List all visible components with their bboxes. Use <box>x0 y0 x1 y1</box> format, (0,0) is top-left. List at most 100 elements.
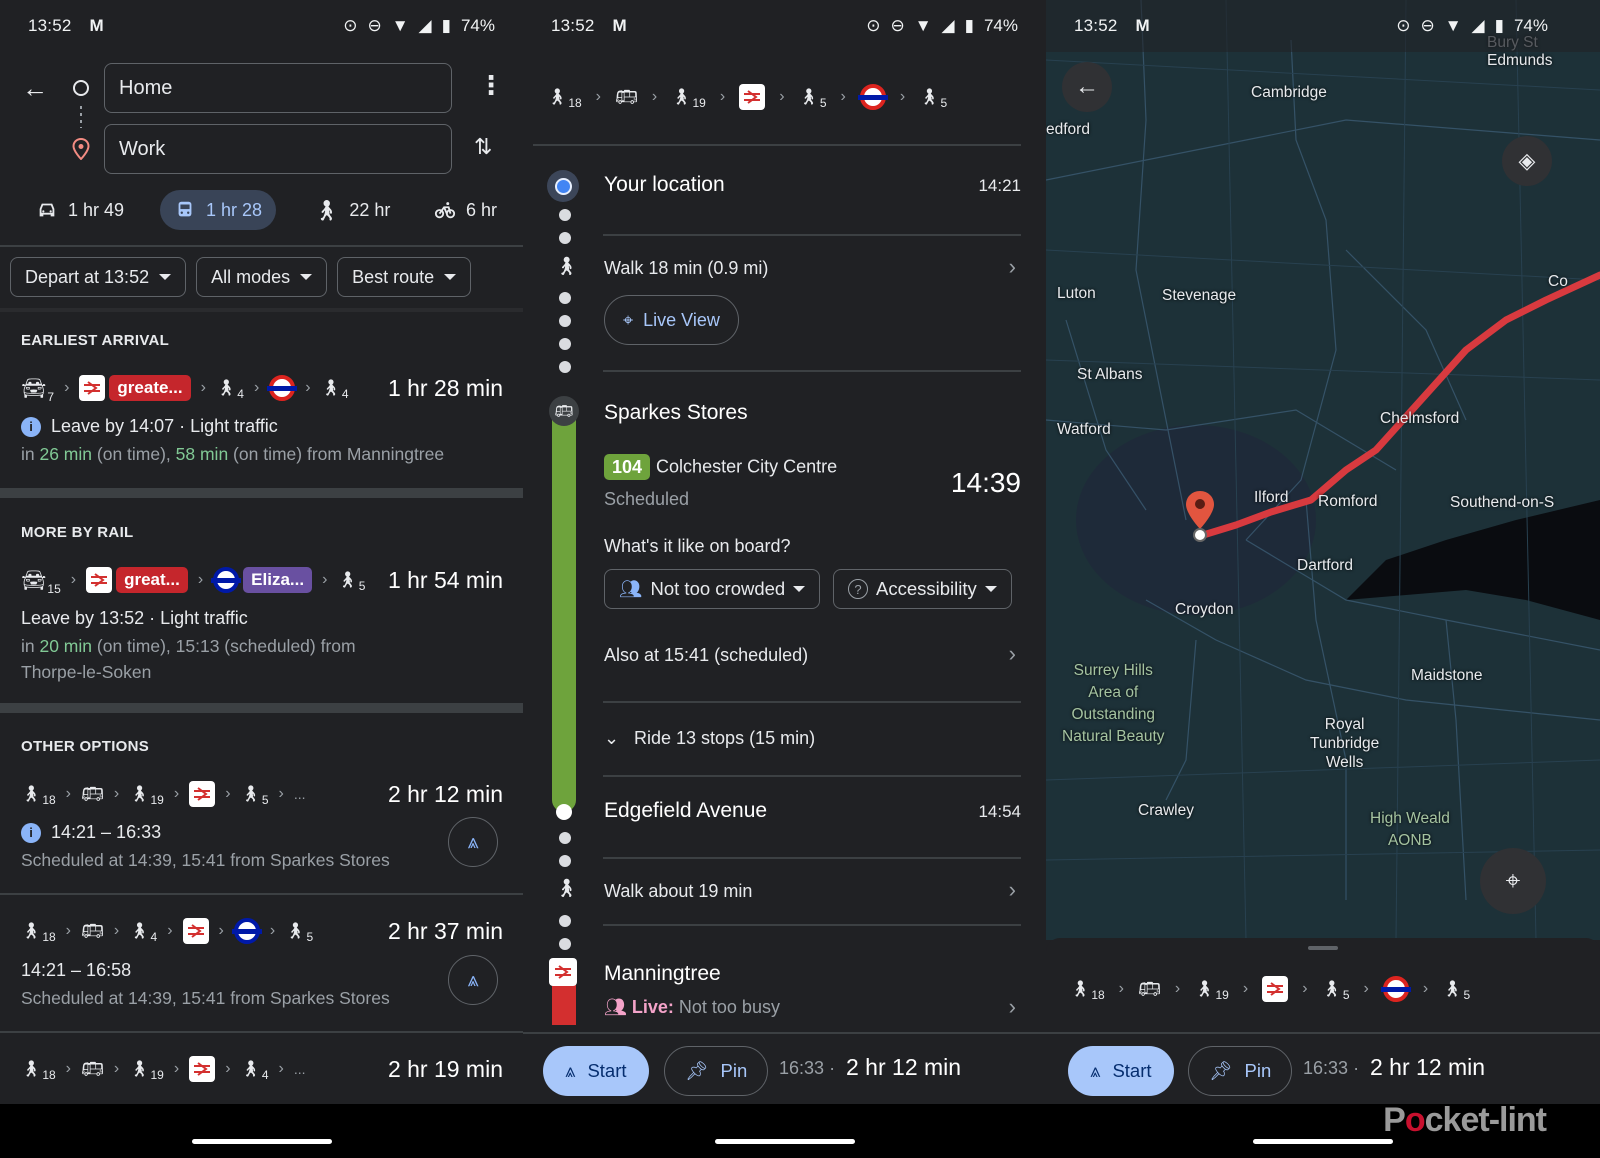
chevron-right-icon: › <box>269 922 276 939</box>
wifi-icon: ▼ <box>391 16 409 35</box>
drag-handle[interactable] <box>1308 946 1338 950</box>
walk-segment: 🚶︎ 5 <box>1442 979 1470 1002</box>
divider <box>0 308 523 312</box>
route-times: 14:21 – 16:58 <box>21 960 132 980</box>
tab-driving-label: 1 hr 49 <box>68 199 125 220</box>
segment-minutes: 5 <box>1342 988 1350 1002</box>
route-preference-dropdown[interactable]: Best route <box>337 257 472 297</box>
battery-percent: 74% <box>460 16 495 35</box>
walk-segment: 🚶︎ 5 <box>285 921 313 944</box>
map-label-stevenage: Stevenage <box>1162 287 1237 304</box>
recenter-button[interactable]: ⌖ <box>1480 848 1546 914</box>
back-arrow-icon[interactable]: ← <box>22 74 50 102</box>
accessibility-dropdown[interactable]: ? Accessibility <box>833 569 1012 609</box>
destination-input[interactable]: Work <box>104 124 452 174</box>
walk-step-text[interactable]: Walk about 19 min <box>604 881 752 902</box>
tab-walking-label: 22 hr <box>349 199 391 220</box>
route-option-more-rail[interactable]: 🚘︎ 15 › great... › Eliza... › 🚶︎ 5 1 hr 54… <box>21 564 503 596</box>
walk-icon: 🚶︎ <box>320 380 341 397</box>
bus-departure-time: 14:39 <box>950 467 1021 498</box>
chevron-right-icon[interactable]: › <box>1009 994 1016 1020</box>
map-back-button[interactable]: ← <box>1062 62 1112 112</box>
route-info: i 14:21 – 16:33 <box>21 822 161 843</box>
more-options-icon[interactable]: ⋮ <box>478 72 504 102</box>
divider <box>0 245 523 247</box>
section-title-other: OTHER OPTIONS <box>21 738 150 755</box>
live-status: Not too busy <box>673 997 780 1017</box>
home-indicator[interactable] <box>191 1139 332 1144</box>
divider <box>0 1031 523 1033</box>
navigate-button[interactable]: ⩓ <box>448 955 498 1005</box>
route-steps-summary[interactable]: 🚶︎ 18 › 🚌︎ › 🚶︎ 19 › › 🚶︎ 5 › › 🚶︎ 5 <box>1070 972 1576 1006</box>
bus-icon: 🚌︎ <box>615 86 638 107</box>
pin-button[interactable]: 📌︎ Pin <box>1188 1046 1293 1096</box>
chevron-right-icon: › <box>305 379 311 396</box>
national-rail-icon <box>189 1056 216 1082</box>
ride-stops-toggle[interactable]: ⌄ Ride 13 stops (15 min) <box>604 728 815 749</box>
live-view-button[interactable]: ⌖ Live View <box>604 295 739 345</box>
crosshair-icon: ⌖ <box>1505 865 1521 895</box>
bus-line-info[interactable]: 104 Colchester City Centre <box>604 454 837 480</box>
walk-icon: 🚶︎ <box>555 256 578 276</box>
start-button[interactable]: ⩓ Start <box>543 1046 649 1096</box>
walk-icon: 🚶︎ <box>129 786 150 803</box>
route-option[interactable]: 🚶︎ 18 › 🚌︎ › 🚶︎ 19 › › 🚶︎ 5 › ... 2 hr 12 m… <box>21 778 503 810</box>
car-icon: 🚘︎ <box>21 569 47 592</box>
bus-alight-node <box>556 804 572 820</box>
crowding-label: Not too crowded <box>650 578 786 599</box>
route-option-earliest[interactable]: 🚘︎ 7 › greate... › 🚶︎ 4 › › 🚶︎ 4 1 hr 28 mi… <box>21 372 503 404</box>
tab-driving[interactable]: 1 hr 49 <box>22 190 138 230</box>
walk-icon: 🚶︎ <box>1194 981 1215 998</box>
start-button[interactable]: ⩓ Start <box>1068 1046 1174 1096</box>
arrival-eta: 16:33 · <box>1303 1058 1359 1079</box>
chevron-right-icon[interactable]: › <box>1009 877 1016 903</box>
chevron-right-icon[interactable]: › <box>1009 254 1016 280</box>
modes-dropdown[interactable]: All modes <box>196 257 328 297</box>
walk-icon: 🚶︎ <box>919 89 940 106</box>
battery-percent: 74% <box>983 16 1018 35</box>
timeline-dot <box>559 832 571 844</box>
walk-step-text[interactable]: Walk 18 min (0.9 mi) <box>604 258 768 279</box>
map-view[interactable]: Bury St Edmunds Cambridge edford Luton S… <box>1046 0 1600 940</box>
pin-button[interactable]: 📌︎ Pin <box>664 1046 769 1096</box>
also-at-text[interactable]: Also at 15:41 (scheduled) <box>604 645 808 666</box>
home-indicator[interactable] <box>1253 1139 1393 1144</box>
walk-icon: 🚶︎ <box>337 572 358 589</box>
chevron-right-icon[interactable]: › <box>1009 641 1016 667</box>
tab-cycling[interactable]: 6 hr <box>420 190 511 230</box>
status-time: 13:52 <box>551 16 595 35</box>
chevron-right-icon: › <box>70 571 77 588</box>
timeline-dot <box>559 292 571 304</box>
walk-icon: 🚶︎ <box>547 89 568 106</box>
ride-stops-label: Ride 13 stops (15 min) <box>634 728 816 748</box>
live-view-icon: ⌖ <box>623 309 634 330</box>
route-option[interactable]: 🚶︎ 18 › 🚌︎ › 🚶︎ 19 › › 🚶︎ 4 › ... 2 hr 19 m… <box>21 1053 503 1085</box>
tab-transit[interactable]: 1 hr 28 <box>160 190 277 230</box>
route-option[interactable]: 🚶︎ 18 › 🚌︎ › 🚶︎ 4 › › › 🚶︎ 5 2 hr 37 min <box>21 915 503 947</box>
eta-time: 16:33 <box>779 1058 825 1078</box>
swap-icon[interactable]: ⇅ <box>474 134 502 164</box>
origin-input[interactable]: Home <box>104 63 452 113</box>
timeline-dot <box>559 209 571 221</box>
walk-segment: 🚶︎ 19 <box>129 1059 164 1082</box>
navigate-button[interactable]: ⩓ <box>448 817 498 867</box>
divider <box>533 144 1021 146</box>
live-label: Live: <box>631 997 674 1017</box>
home-indicator[interactable] <box>714 1139 855 1144</box>
crowding-dropdown[interactable]: 👥︎ Not too crowded <box>604 569 821 609</box>
chevron-right-icon: › <box>225 1060 231 1077</box>
elizabeth-line-icon <box>211 567 242 593</box>
map-label-colchester: Co <box>1548 273 1568 290</box>
eta-time: 16:33 <box>1303 1058 1349 1078</box>
signal-icon: ◢ <box>418 16 432 35</box>
walk-icon: 🚶︎ <box>21 1061 42 1078</box>
status-time: 13:52 <box>1074 16 1118 35</box>
depart-time-dropdown[interactable]: Depart at 13:52 <box>10 257 187 297</box>
chevron-right-icon: › <box>65 1060 71 1077</box>
dnd-icon: ⊖ <box>890 16 905 35</box>
back-arrow-icon: ← <box>1075 73 1099 100</box>
dropdown-arrow-icon <box>984 586 997 592</box>
watermark-part: cket-lint <box>1424 1101 1547 1139</box>
tab-walking[interactable]: 🚶︎ 22 hr <box>300 190 404 230</box>
layers-button[interactable]: ◈ <box>1502 136 1552 186</box>
